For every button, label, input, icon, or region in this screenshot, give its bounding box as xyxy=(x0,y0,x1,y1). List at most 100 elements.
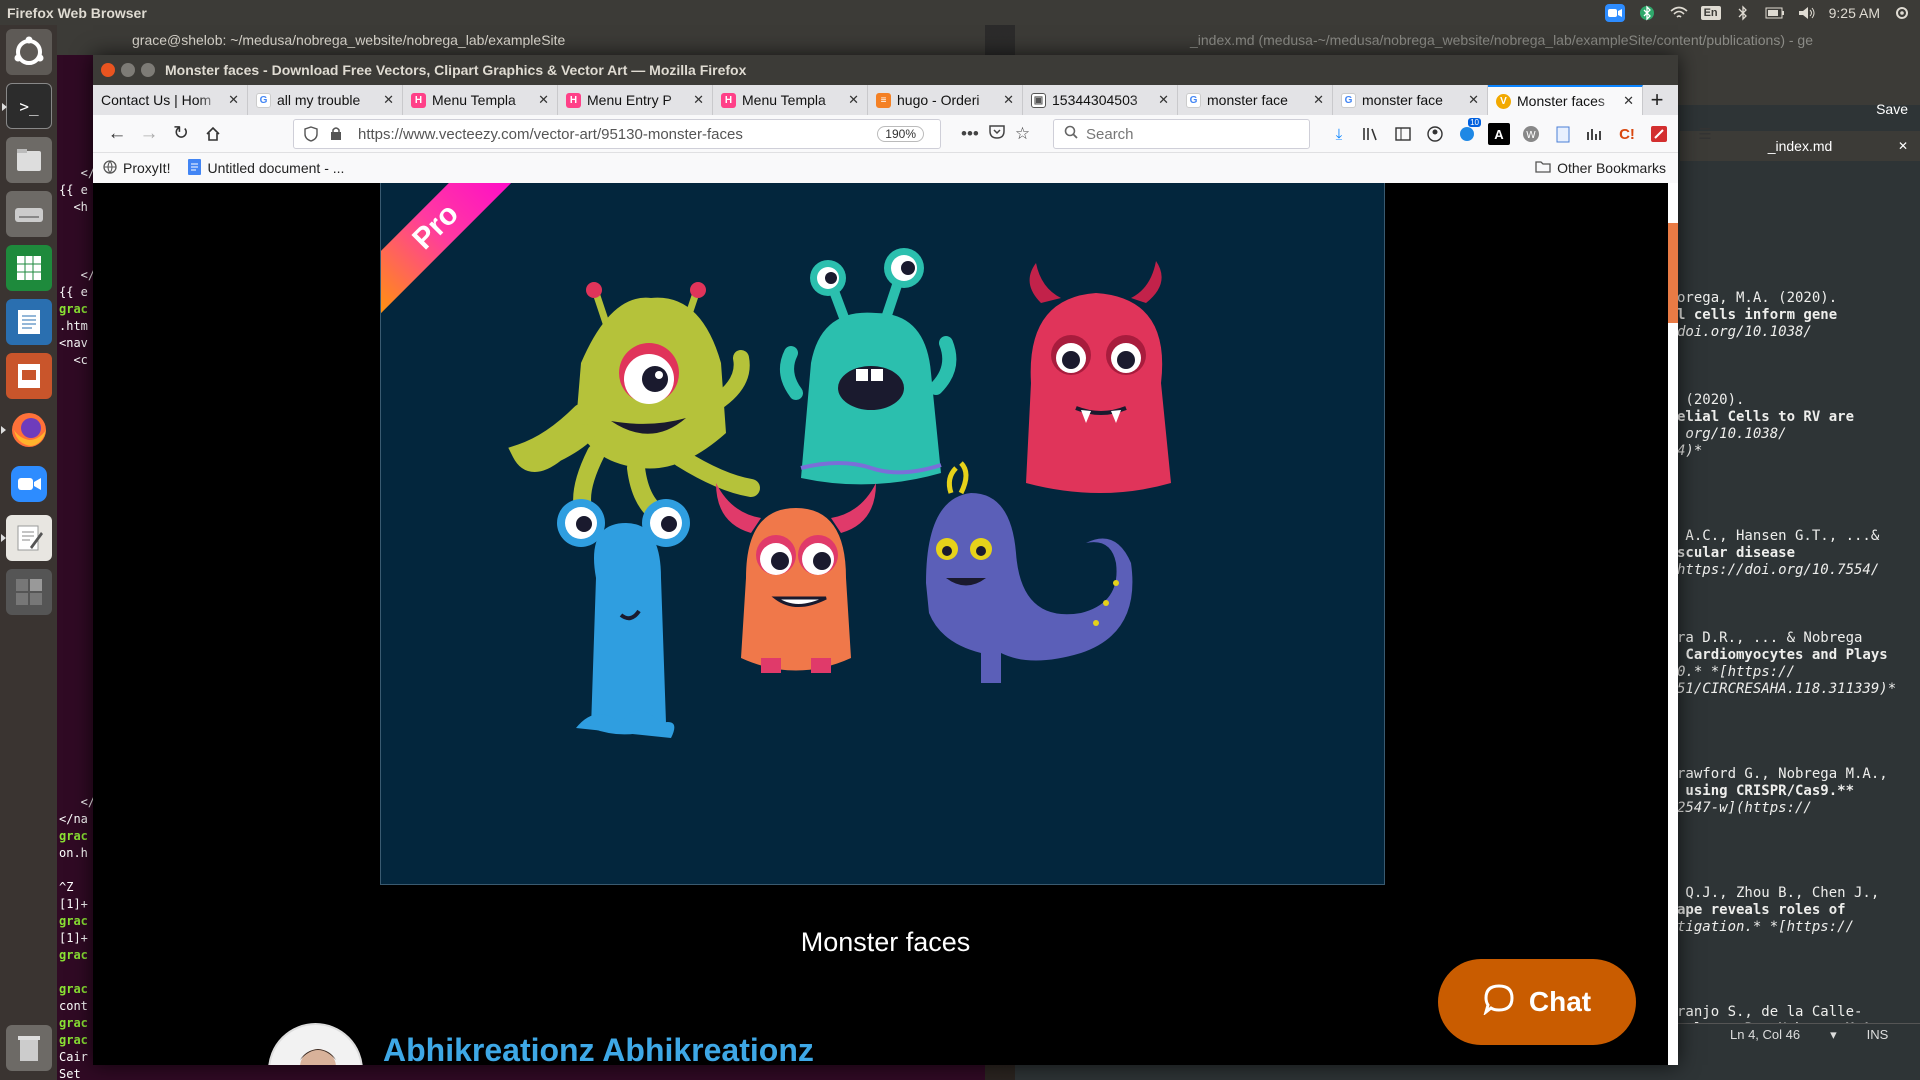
text-editor-icon[interactable] xyxy=(1,515,52,561)
save-button[interactable]: Save xyxy=(1876,101,1908,117)
font-extension-icon[interactable]: A xyxy=(1488,123,1510,145)
editor-statusbar: Ln 4, Col 46 ▾ INS xyxy=(1670,1023,1920,1045)
files-icon[interactable] xyxy=(6,137,52,183)
power-gear-icon[interactable] xyxy=(1892,4,1912,22)
image-icon: ▣ xyxy=(1031,92,1046,108)
tab-label: Contact Us | Hom xyxy=(101,92,212,108)
browser-tab[interactable]: H Menu Entry P ✕ xyxy=(558,85,713,115)
c-extension-icon[interactable]: C! xyxy=(1616,123,1638,145)
close-icon[interactable]: ✕ xyxy=(1623,93,1634,109)
url-text[interactable]: https://www.vecteezy.com/vector-art/9513… xyxy=(358,126,877,143)
browser-tab[interactable]: Gmonster face ✕ xyxy=(1178,85,1333,115)
extension-badge-icon[interactable]: 10 xyxy=(1456,118,1481,145)
keyboard-layout-indicator[interactable]: En xyxy=(1700,5,1721,20)
close-icon[interactable]: ✕ xyxy=(1003,92,1014,108)
zoom-tray-icon[interactable] xyxy=(1604,3,1625,22)
close-icon[interactable]: ✕ xyxy=(1468,92,1479,108)
battery-icon[interactable] xyxy=(1765,4,1785,22)
monster-faces-artwork[interactable]: Pro xyxy=(380,183,1385,885)
new-tab-button[interactable]: + xyxy=(1643,85,1671,115)
other-bookmarks[interactable]: Other Bookmarks xyxy=(1535,153,1666,183)
navigation-bar: ← → ↻ https://www.vecteezy.com/vector-ar… xyxy=(93,115,1712,153)
more-actions-icon[interactable]: ••• xyxy=(961,124,979,144)
w-extension-icon[interactable]: W xyxy=(1520,123,1542,145)
pocket-icon[interactable] xyxy=(989,124,1005,144)
ubuntu-logo-icon[interactable] xyxy=(6,29,52,75)
close-icon[interactable]: ✕ xyxy=(538,92,549,108)
account-icon[interactable] xyxy=(1424,123,1446,145)
browser-tab[interactable]: ≡ hugo - Orderi ✕ xyxy=(868,85,1023,115)
bluetooth-tray-icon[interactable] xyxy=(1637,4,1657,22)
back-icon[interactable]: ← xyxy=(101,118,133,150)
impress-icon[interactable] xyxy=(6,353,52,399)
zoom-level[interactable]: 190% xyxy=(877,126,924,142)
google-icon: G xyxy=(1341,92,1356,108)
firefox-icon[interactable] xyxy=(1,407,52,453)
close-icon[interactable]: ✕ xyxy=(1313,92,1324,108)
workspaces-icon[interactable] xyxy=(6,569,52,615)
chat-button[interactable]: Chat xyxy=(1438,959,1636,1045)
terminal-icon[interactable]: >_ xyxy=(2,83,52,129)
hugo-icon: H xyxy=(721,92,736,108)
bookmark-untitled-document[interactable]: Untitled document - ... xyxy=(188,158,344,178)
window-minimize-icon[interactable] xyxy=(121,63,135,77)
browser-tab[interactable]: Contact Us | Hom ✕ xyxy=(93,85,248,115)
editor-tab[interactable]: _index.md ✕ xyxy=(1680,131,1920,161)
url-bar[interactable]: https://www.vecteezy.com/vector-art/9513… xyxy=(293,119,941,149)
close-icon[interactable]: ✕ xyxy=(693,92,704,108)
purple-dino-monster xyxy=(926,461,1133,683)
insert-mode: INS xyxy=(1866,1027,1889,1042)
active-app-name: Firefox Web Browser xyxy=(7,4,147,21)
bookmark-star-icon[interactable]: ☆ xyxy=(1015,124,1030,144)
lock-icon[interactable] xyxy=(330,126,342,145)
browser-tab[interactable]: Gmonster face ✕ xyxy=(1333,85,1488,115)
volume-icon[interactable] xyxy=(1797,4,1817,22)
close-icon[interactable]: ✕ xyxy=(228,92,239,108)
drive-icon[interactable] xyxy=(6,191,52,237)
browser-tab[interactable]: Gall my trouble ✕ xyxy=(248,85,403,115)
document-icon[interactable] xyxy=(1552,123,1574,145)
reload-icon[interactable]: ↻ xyxy=(165,118,197,150)
browser-tab-active[interactable]: V Monster faces ✕ xyxy=(1488,85,1643,115)
scrollbar-thumb[interactable] xyxy=(1668,223,1678,323)
bluetooth-icon[interactable] xyxy=(1733,4,1753,22)
hamburger-menu-icon[interactable]: ☰ xyxy=(1694,123,1716,145)
trash-icon[interactable] xyxy=(6,1025,52,1071)
wifi-icon[interactable] xyxy=(1669,4,1689,22)
window-close-icon[interactable] xyxy=(101,63,115,77)
browser-tab[interactable]: H Menu Templa ✕ xyxy=(403,85,558,115)
browser-tab[interactable]: ▣ 15344304503 ✕ xyxy=(1023,85,1178,115)
download-icon[interactable]: ⤓ xyxy=(1328,123,1350,145)
author-link[interactable]: Abhikreationz Abhikreationz xyxy=(383,1032,814,1065)
forward-icon[interactable]: → xyxy=(133,118,165,150)
search-bar[interactable]: Search xyxy=(1053,119,1310,149)
sidebar-icon[interactable] xyxy=(1392,123,1414,145)
google-icon: G xyxy=(256,92,271,108)
bookmark-proxyit[interactable]: ProxyIt! xyxy=(103,159,171,177)
firefox-titlebar: Monster faces - Download Free Vectors, C… xyxy=(93,55,1678,85)
pdf-extension-icon[interactable] xyxy=(1648,123,1670,145)
window-maximize-icon[interactable] xyxy=(141,63,155,77)
bookmarks-bar: ProxyIt! Untitled document - ... Other B… xyxy=(93,153,1678,183)
home-icon[interactable] xyxy=(197,118,229,150)
clock[interactable]: 9:25 AM xyxy=(1829,5,1880,21)
tab-label: monster face xyxy=(1362,92,1443,108)
writer-icon[interactable] xyxy=(6,299,52,345)
browser-tab[interactable]: H Menu Templa ✕ xyxy=(713,85,868,115)
chart-extension-icon[interactable] xyxy=(1584,123,1606,145)
teal-monster xyxy=(780,248,957,485)
close-icon[interactable]: ✕ xyxy=(848,92,859,108)
chevron-down-icon[interactable]: ▾ xyxy=(1830,1027,1837,1043)
chat-label: Chat xyxy=(1528,986,1592,1017)
editor-content: orega, M.A. (2020). l cells inform gene … xyxy=(1677,290,1897,1037)
close-icon[interactable]: ✕ xyxy=(383,92,394,108)
spreadsheet-icon[interactable] xyxy=(6,245,52,291)
shield-icon[interactable] xyxy=(304,126,318,146)
avatar[interactable] xyxy=(268,1023,363,1065)
close-icon[interactable]: ✕ xyxy=(1158,92,1169,108)
library-icon[interactable] xyxy=(1360,123,1382,145)
close-icon[interactable]: ✕ xyxy=(1898,139,1908,153)
cursor-position[interactable]: Ln 4, Col 46 xyxy=(1730,1027,1800,1042)
zoom-icon[interactable] xyxy=(6,461,52,507)
bookmark-label: ProxyIt! xyxy=(123,160,171,176)
